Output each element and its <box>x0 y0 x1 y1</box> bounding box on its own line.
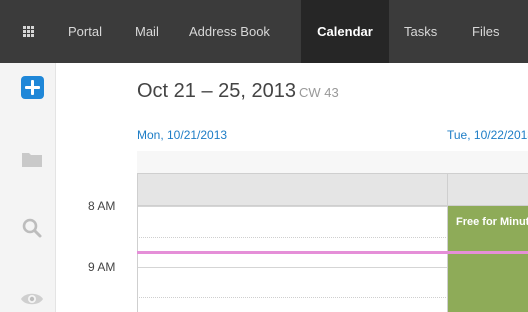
apps-launcher-button[interactable] <box>0 0 56 63</box>
top-navigation-bar: Portal Mail Address Book Calendar Tasks … <box>0 0 528 63</box>
grid-top-row <box>137 173 528 206</box>
search-icon <box>22 218 42 238</box>
day-header-tuesday[interactable]: Tue, 10/22/2013 <box>447 128 528 142</box>
search-button[interactable] <box>19 215 45 241</box>
folder-button[interactable] <box>19 146 45 172</box>
current-time-indicator <box>137 251 528 254</box>
grid-left-border <box>137 173 138 312</box>
time-label-9am: 9 AM <box>88 260 116 274</box>
date-range: Oct 21 – 25, 2013 <box>137 80 297 102</box>
folder-icon <box>22 153 42 167</box>
left-sidebar <box>0 63 56 312</box>
tab-calendar[interactable]: Calendar <box>301 0 389 63</box>
new-appointment-button[interactable] <box>21 76 44 99</box>
calendar-week: CW 43 <box>299 85 339 100</box>
appointment-title: Free for Minutes <box>456 216 528 228</box>
eye-icon <box>21 293 43 305</box>
date-range-title: Oct 21 – 25, 2013 CW 43 <box>137 80 339 103</box>
view-button[interactable] <box>19 286 45 312</box>
tab-mail[interactable]: Mail <box>135 0 159 63</box>
tab-tasks[interactable]: Tasks <box>404 0 437 63</box>
appointment-event[interactable]: Free for Minutes <box>448 206 528 312</box>
all-day-row[interactable] <box>137 151 528 173</box>
time-label-8am: 8 AM <box>88 199 116 213</box>
tab-portal[interactable]: Portal <box>68 0 102 63</box>
day-header-monday[interactable]: Mon, 10/21/2013 <box>137 128 227 142</box>
tab-address-book[interactable]: Address Book <box>189 0 270 63</box>
tab-files[interactable]: Files <box>472 0 499 63</box>
grid-icon <box>22 26 34 37</box>
